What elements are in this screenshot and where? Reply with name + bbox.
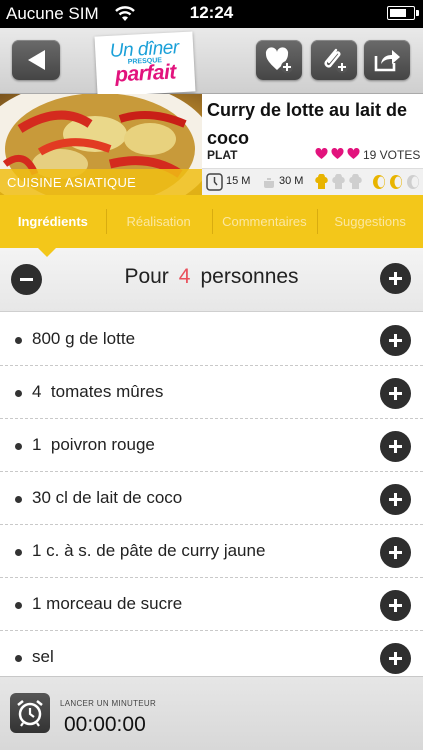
add-to-shopping-list-button[interactable] (380, 643, 411, 674)
tab-commentaires[interactable]: Commentaires (211, 195, 318, 248)
chef-hat-icon (349, 174, 362, 189)
plus-icon (389, 546, 402, 559)
recipe-header: CUISINE ASIATIQUE Curry de lotte au lait… (0, 94, 423, 195)
difficulty-rating (314, 174, 363, 191)
heart-icon (315, 148, 328, 159)
plus-icon (389, 493, 402, 506)
bullet (15, 390, 22, 397)
add-to-shopping-list-button[interactable] (380, 484, 411, 515)
nav-bar: Un dîner PRESQUE parfait (0, 28, 423, 97)
ingredient-text: 30 cl de lait de coco (32, 488, 183, 507)
bullet (15, 443, 22, 450)
vote-count: 19 VOTES (363, 148, 421, 162)
ingredient-text: sel (32, 647, 54, 666)
recipe-title: Curry de lotte au lait de coco (207, 100, 408, 148)
bullet (15, 496, 22, 503)
recipe-tabs: Ingrédients Réalisation Commentaires Sugges… (0, 195, 423, 257)
paperclip-plus-icon (324, 48, 348, 73)
chef-hat-icon (315, 174, 328, 189)
cost-rating (372, 174, 420, 190)
heart-plus-icon (265, 47, 293, 73)
ingredient-list: 800 g de lotte 4 tomates mûres 1 poivron r… (0, 313, 423, 684)
recipe-meta: 15 M 30 M (202, 168, 423, 195)
ingredient-text: 800 g de lotte (32, 329, 136, 348)
timer-prep-icon (206, 173, 223, 191)
battery-icon (387, 6, 419, 20)
ingredient-text: 1 poivron rouge (32, 435, 155, 454)
app-logo[interactable]: Un dîner PRESQUE parfait (94, 31, 196, 97)
ingredient-row: 800 g de lotte (0, 313, 423, 366)
add-to-shopping-list-button[interactable] (380, 590, 411, 621)
bullet (15, 602, 22, 609)
cook-time: 30 M (279, 175, 304, 187)
ingredient-row: 1 poivron rouge (0, 419, 423, 472)
back-button[interactable] (12, 40, 60, 80)
servings-suffix: personnes (200, 265, 299, 288)
share-button[interactable] (364, 40, 410, 80)
ingredient-row: 1 c. à s. de pâte de curry jaune (0, 525, 423, 578)
plus-icon (389, 387, 402, 400)
category-label[interactable]: CUISINE ASIATIQUE (0, 169, 202, 195)
prep-time: 15 M (226, 175, 251, 187)
clock-time: 12:24 (189, 3, 234, 22)
tab-suggestions[interactable]: Suggestions (317, 195, 423, 248)
bullet (15, 549, 22, 556)
ingredient-row: 1 morceau de sucre (0, 578, 423, 631)
coin-icon (407, 175, 419, 189)
plus-icon (389, 652, 402, 665)
coin-icon (373, 175, 385, 189)
plus-icon (389, 599, 402, 612)
add-to-shopping-list-button[interactable] (380, 378, 411, 409)
timer-label: LANCER UN MINUTEUR (60, 699, 157, 708)
ingredient-row: 4 tomates mûres (0, 366, 423, 419)
tab-realisation[interactable]: Réalisation (105, 195, 212, 248)
bullet (15, 337, 22, 344)
servings-count: 4 (178, 265, 191, 288)
logo-line3: parfait (114, 60, 177, 87)
bullet (15, 655, 22, 662)
add-to-shopping-list-button[interactable] (380, 325, 411, 356)
recipe-photo: CUISINE ASIATIQUE (0, 94, 202, 195)
alarm-clock-icon (17, 700, 43, 727)
servings-prefix: Pour (124, 265, 169, 288)
tab-ingredients[interactable]: Ingrédients (0, 195, 106, 248)
ingredient-text: 1 c. à s. de pâte de curry jaune (32, 541, 266, 560)
active-tab-pointer (38, 248, 56, 257)
recipe-type: PLAT (207, 148, 238, 162)
add-to-shopping-list-button[interactable] (380, 431, 411, 462)
add-to-shopping-list-button[interactable] (380, 537, 411, 568)
status-bar: Aucune SIM 12:24 (0, 0, 423, 28)
servings-label: Pour 4 personnes (0, 265, 423, 289)
rating-hearts (315, 148, 360, 160)
add-note-button[interactable] (311, 40, 357, 80)
start-timer-button[interactable] (10, 693, 50, 733)
plus-icon (389, 334, 402, 347)
coin-icon (390, 175, 402, 189)
heart-icon (331, 148, 344, 159)
add-favorite-button[interactable] (256, 40, 302, 80)
timer-bar: LANCER UN MINUTEUR 00:00:00 (0, 676, 423, 750)
cooking-pot-icon (264, 178, 274, 188)
back-arrow-icon (28, 50, 45, 70)
ingredient-text: 1 morceau de sucre (32, 594, 183, 613)
timer-value[interactable]: 00:00:00 (64, 713, 146, 737)
share-icon (374, 50, 400, 72)
chef-hat-icon (332, 174, 345, 189)
ingredient-text: 4 tomates mûres (32, 382, 164, 401)
heart-icon (347, 148, 360, 159)
ingredient-row: 30 cl de lait de coco (0, 472, 423, 525)
increase-servings-button[interactable] (380, 263, 411, 294)
plus-icon (389, 440, 402, 453)
servings-selector: Pour 4 personnes (0, 248, 423, 312)
plus-icon (389, 272, 402, 285)
